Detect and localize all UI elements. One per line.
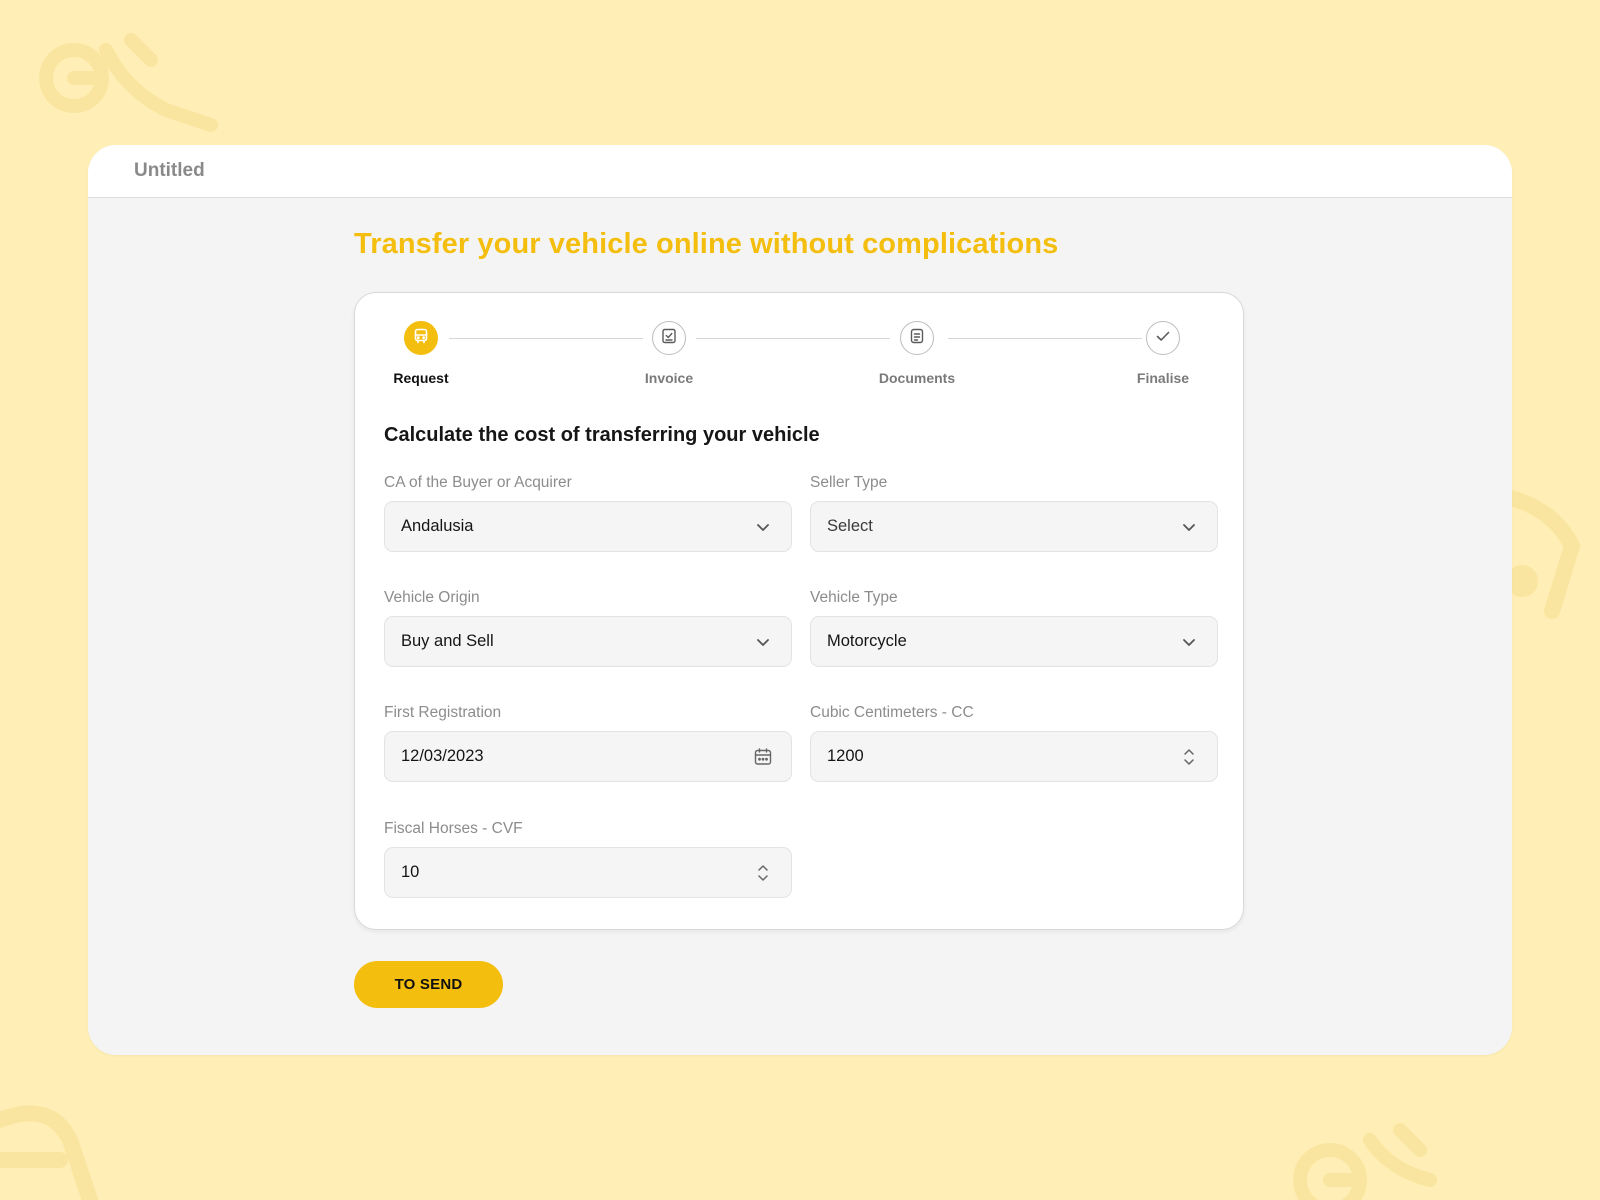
seller-type-field: Seller Type Select xyxy=(810,472,1218,552)
first-registration-date-input[interactable]: 12/03/2023 xyxy=(384,731,792,782)
chevron-down-icon xyxy=(751,630,775,654)
cubic-centimeters-value: 1200 xyxy=(827,747,864,765)
window-title: Untitled xyxy=(134,160,205,181)
fiscal-horses-value: 10 xyxy=(401,863,420,881)
step-finalise-label: Finalise xyxy=(1136,370,1190,386)
vehicle-type-select[interactable]: Motorcycle xyxy=(810,616,1218,667)
seller-type-value: Select xyxy=(827,517,873,535)
buyer-ca-select[interactable]: Andalusia xyxy=(384,501,792,552)
step-connector xyxy=(948,338,1142,339)
cubic-centimeters-number-input[interactable]: 1200 xyxy=(810,731,1218,782)
step-invoice-label: Invoice xyxy=(644,370,694,386)
first-registration-value: 12/03/2023 xyxy=(401,747,484,765)
scooter-decoration-icon xyxy=(36,30,226,150)
fiscal-horses-field: Fiscal Horses - CVF 10 xyxy=(384,818,792,898)
step-connector xyxy=(449,338,643,339)
step-invoice[interactable] xyxy=(652,321,686,355)
stepper-arrows-icon[interactable] xyxy=(1177,745,1201,769)
seller-type-label: Seller Type xyxy=(810,474,888,491)
scooter-decoration-icon xyxy=(1290,1120,1460,1200)
step-documents-label: Documents xyxy=(878,370,956,386)
step-request[interactable] xyxy=(404,321,438,355)
progress-stepper: Request Invoice Documents Finalise xyxy=(355,293,1243,393)
vehicle-origin-field: Vehicle Origin Buy and Sell xyxy=(384,587,792,667)
vehicle-origin-value: Buy and Sell xyxy=(401,632,494,650)
car-decoration-icon xyxy=(0,1100,110,1200)
send-button[interactable]: TO SEND xyxy=(354,961,503,1008)
step-connector xyxy=(696,338,890,339)
checkmark-icon xyxy=(1154,327,1172,350)
buyer-ca-label: CA of the Buyer or Acquirer xyxy=(384,474,572,491)
app-window: Untitled Transfer your vehicle online wi… xyxy=(88,145,1512,1055)
chevron-down-icon xyxy=(751,515,775,539)
vehicle-type-value: Motorcycle xyxy=(827,632,907,650)
form-title: Calculate the cost of transferring your … xyxy=(384,424,820,446)
vehicle-origin-label: Vehicle Origin xyxy=(384,589,480,606)
cubic-centimeters-label: Cubic Centimeters - CC xyxy=(810,704,974,721)
stepper-arrows-icon[interactable] xyxy=(751,861,775,885)
first-registration-label: First Registration xyxy=(384,704,502,721)
buyer-ca-field: CA of the Buyer or Acquirer Andalusia xyxy=(384,472,792,552)
buyer-ca-value: Andalusia xyxy=(401,517,474,535)
step-finalise[interactable] xyxy=(1146,321,1180,355)
car-icon xyxy=(412,327,430,350)
fiscal-horses-label: Fiscal Horses - CVF xyxy=(384,820,523,837)
calendar-icon[interactable] xyxy=(751,745,775,769)
vehicle-origin-select[interactable]: Buy and Sell xyxy=(384,616,792,667)
fiscal-horses-number-input[interactable]: 10 xyxy=(384,847,792,898)
form-card: Request Invoice Documents Finalise Calcu… xyxy=(354,292,1244,930)
document-icon xyxy=(908,327,926,350)
step-request-label: Request xyxy=(393,370,449,386)
cubic-centimeters-field: Cubic Centimeters - CC 1200 xyxy=(810,702,1218,782)
invoice-check-icon xyxy=(660,327,678,350)
vehicle-type-label: Vehicle Type xyxy=(810,589,898,606)
chevron-down-icon xyxy=(1177,515,1201,539)
window-titlebar: Untitled xyxy=(88,145,1512,198)
seller-type-select[interactable]: Select xyxy=(810,501,1218,552)
vehicle-type-field: Vehicle Type Motorcycle xyxy=(810,587,1218,667)
step-documents[interactable] xyxy=(900,321,934,355)
first-registration-field: First Registration 12/03/2023 xyxy=(384,702,792,782)
page-heading: Transfer your vehicle online without com… xyxy=(354,228,1059,260)
chevron-down-icon xyxy=(1177,630,1201,654)
